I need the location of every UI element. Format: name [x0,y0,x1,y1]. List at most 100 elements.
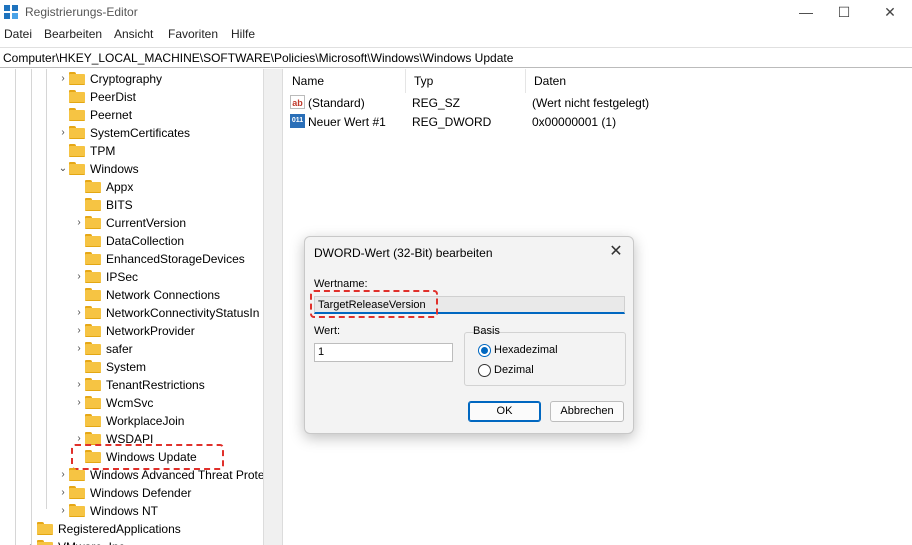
chevron-right-icon[interactable]: › [74,343,84,355]
chevron-right-icon[interactable]: › [74,271,84,283]
chevron-right-icon[interactable]: › [74,397,84,409]
tree-item[interactable]: Appx [0,178,280,196]
chevron-right-icon[interactable]: › [74,307,84,319]
cancel-button[interactable]: Abbrechen [550,401,624,422]
basis-group [464,332,626,386]
tree-item[interactable]: PeerDist [0,88,280,106]
tree-item[interactable]: › SystemCertificates [0,124,280,142]
string-value-icon: ab [290,95,305,109]
tree-item[interactable]: System [0,358,280,376]
tree-item-label: Cryptography [90,72,163,86]
tree-item-label: Windows Defender [90,486,192,500]
tree-item[interactable]: Network Connections [0,286,280,304]
tree-item[interactable]: › VMware, Inc. [0,538,280,545]
tree-item-label: SystemCertificates [90,126,191,140]
tree-item-label: TPM [90,144,116,158]
chevron-right-icon[interactable] [58,109,68,121]
chevron-right-icon[interactable]: › [58,487,68,499]
tree-item-label: IPSec [106,270,139,284]
tree-item[interactable]: › NetworkProvider [0,322,280,340]
tree-item[interactable]: DataCollection [0,232,280,250]
chevron-right-icon[interactable] [58,91,68,103]
chevron-right-icon[interactable] [26,523,36,535]
column-header-type[interactable]: Typ [406,69,526,93]
tree-item[interactable]: › Windows Advanced Threat Prote [0,466,280,484]
close-button[interactable]: ✕ [872,2,908,22]
tree-item[interactable]: › CurrentVersion [0,214,280,232]
decimal-label[interactable]: Dezimal [494,364,534,376]
menu-favoriten[interactable]: Favoriten [168,27,218,41]
chevron-right-icon[interactable] [74,361,84,373]
tree-item-label: TenantRestrictions [106,378,205,392]
address-bar[interactable]: Computer\HKEY_LOCAL_MACHINE\SOFTWARE\Pol… [0,47,912,68]
registry-tree[interactable]: › Cryptography PeerDist Peernet › SystemCerti… [0,69,280,545]
chevron-right-icon[interactable] [74,415,84,427]
column-header-data[interactable]: Daten [526,69,912,93]
chevron-right-icon[interactable]: › [74,379,84,391]
column-header-name[interactable]: Name [284,69,406,93]
tree-item[interactable]: ⌄ Windows [0,160,280,178]
tree-item[interactable]: Peernet [0,106,280,124]
maximize-button[interactable]: ☐ [826,2,862,22]
chevron-right-icon[interactable] [74,289,84,301]
decimal-radio[interactable] [478,364,491,377]
folder-icon [85,306,101,319]
tree-item-label: EnhancedStorageDevices [106,252,245,266]
chevron-right-icon[interactable]: › [26,541,36,545]
dialog-close-button[interactable]: ✕ [607,242,625,262]
tree-item[interactable]: › TenantRestrictions [0,376,280,394]
chevron-right-icon[interactable] [74,253,84,265]
registry-editor-icon [4,5,18,19]
chevron-right-icon[interactable]: › [58,73,68,85]
tree-item-label: Peernet [90,108,133,122]
value-data-input[interactable]: 1 [314,343,453,362]
chevron-right-icon[interactable]: › [74,217,84,229]
tree-item-label: BITS [106,198,133,212]
hexadecimal-radio[interactable] [478,344,491,357]
folder-icon [85,216,101,229]
menu-datei[interactable]: Datei [4,27,32,41]
tree-item-label: Network Connections [106,288,221,302]
chevron-right-icon[interactable] [74,181,84,193]
tree-item[interactable]: BITS [0,196,280,214]
tree-item[interactable]: › NetworkConnectivityStatusIn [0,304,280,322]
chevron-right-icon[interactable]: › [74,325,84,337]
pane-splitter[interactable] [263,69,283,545]
list-row[interactable]: 011 Neuer Wert #1 REG_DWORD 0x00000001 (… [284,113,912,131]
chevron-right-icon[interactable]: › [58,127,68,139]
tree-item[interactable]: › IPSec [0,268,280,286]
chevron-right-icon[interactable]: › [58,469,68,481]
chevron-right-icon[interactable] [74,199,84,211]
folder-icon [69,144,85,157]
minimize-button[interactable]: — [788,2,824,22]
list-row[interactable]: ab (Standard) REG_SZ (Wert nicht festgel… [284,94,912,112]
address-path[interactable]: Computer\HKEY_LOCAL_MACHINE\SOFTWARE\Pol… [3,51,513,65]
tree-item-label: RegisteredApplications [58,522,181,536]
folder-icon [69,486,85,499]
menu-ansicht[interactable]: Ansicht [114,27,153,41]
chevron-down-icon[interactable]: ⌄ [58,163,68,175]
tree-item[interactable]: › WcmSvc [0,394,280,412]
dialog-title: DWORD-Wert (32-Bit) bearbeiten [314,246,493,260]
menu-hilfe[interactable]: Hilfe [231,27,255,41]
tree-item[interactable]: › Windows NT [0,502,280,520]
tree-item-label: Windows Advanced Threat Prote [90,468,265,482]
tree-item-label: Windows [90,162,139,176]
tree-item[interactable]: › safer [0,340,280,358]
ok-button[interactable]: OK [468,401,541,422]
menu-bearbeiten[interactable]: Bearbeiten [44,27,102,41]
tree-item[interactable]: RegisteredApplications [0,520,280,538]
chevron-right-icon[interactable]: › [58,505,68,517]
tree-item[interactable]: › Windows Defender [0,484,280,502]
tree-item[interactable]: › Cryptography [0,70,280,88]
chevron-right-icon[interactable] [74,235,84,247]
folder-icon [69,108,85,121]
tree-item[interactable]: TPM [0,142,280,160]
tree-item[interactable]: WorkplaceJoin [0,412,280,430]
basis-label: Basis [473,325,500,337]
tree-item-label: DataCollection [106,234,185,248]
hexadecimal-label[interactable]: Hexadezimal [494,344,558,356]
chevron-right-icon[interactable] [58,145,68,157]
tree-item[interactable]: EnhancedStorageDevices [0,250,280,268]
tree-item-label: System [106,360,147,374]
